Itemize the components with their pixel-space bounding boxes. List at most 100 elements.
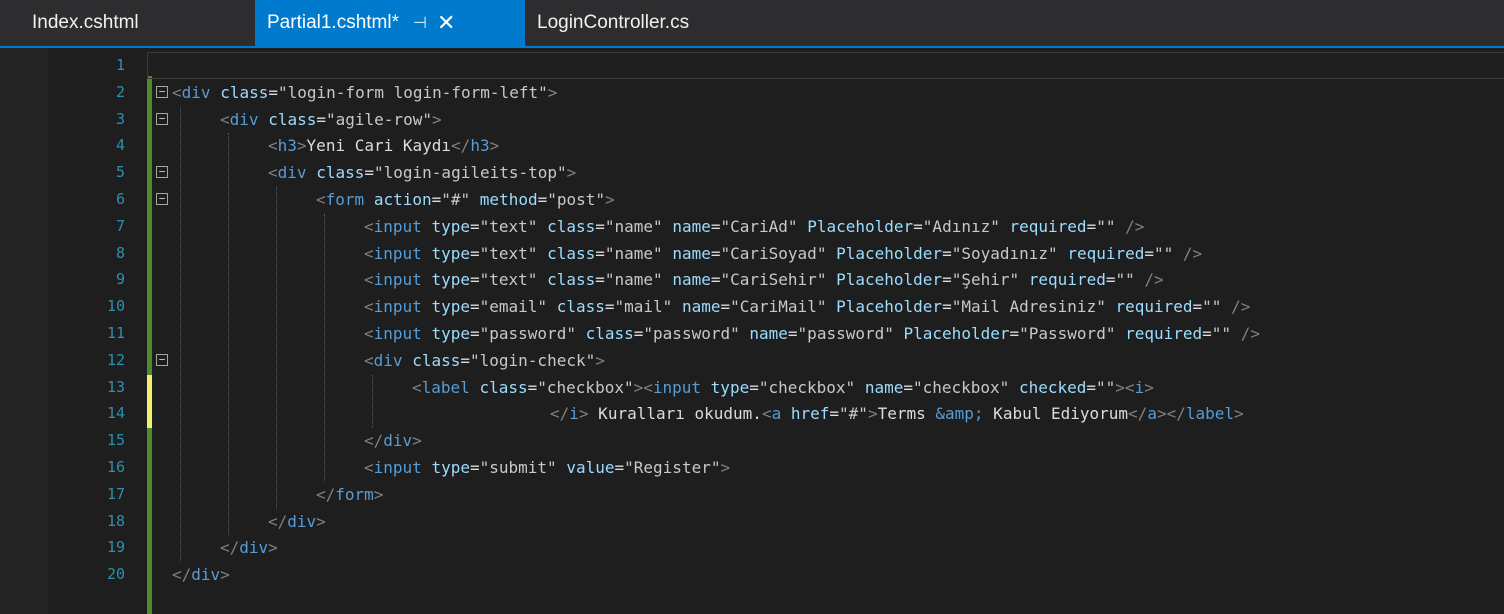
code-line[interactable]: 15 </div> [0,428,1504,453]
code-token: label [1185,404,1235,424]
pin-icon[interactable]: ⊣ [413,13,427,33]
code-token: class [220,82,269,102]
code-text: <h3>Yeni Cari Kaydı</h3> [268,133,499,158]
code-line[interactable]: 9 <input type="text" class="name" name="C… [0,267,1504,292]
code-token: > [595,350,605,370]
line-number: 16 [106,458,125,476]
code-token: >< [1115,377,1135,397]
code-token: name [749,324,788,343]
code-token: = [268,82,278,102]
code-line[interactable]: 10 <input type="email" class="mail" name=… [0,294,1504,319]
code-token: class [268,109,317,129]
tab-partial1-cshtml[interactable]: Partial1.cshtml* ⊣ ✕ [255,0,525,46]
code-line[interactable]: 20 </div> [0,562,1504,587]
code-token: name [672,270,711,290]
code-token: type [710,377,750,397]
code-token: < [364,350,374,370]
code-token: > [316,511,326,531]
code-token: Terms [877,404,936,424]
code-token: = [1086,216,1097,236]
code-line[interactable]: 8 <input type="text" class="name" name="C… [0,241,1504,266]
indent-guide [276,187,277,509]
tab-index-cshtml[interactable]: Index.cshtml [20,0,220,46]
code-line[interactable]: 17 </form> [0,482,1504,507]
code-line[interactable]: 7 <input type="text" class="name" name="C… [0,214,1504,239]
code-line[interactable]: 6− <form action="#" method="post"> [0,187,1504,212]
code-token: "name" [604,243,663,263]
collapse-icon[interactable]: − [156,112,168,125]
code-token: "name" [604,216,663,236]
code-token: > [373,484,384,504]
code-token: input [373,270,422,290]
code-text: <div class="agile-row"> [220,107,442,132]
code-token: form [335,484,374,504]
code-token: label [421,377,470,397]
code-token: "" [1115,270,1135,290]
code-line[interactable]: 12 − <div class="login-check"> [0,348,1504,373]
collapse-icon[interactable]: − [156,193,168,205]
code-token: type [431,324,470,343]
code-line[interactable]: 5 − <div class="login-agileits-top"> [0,160,1504,185]
close-icon[interactable]: ✕ [437,12,455,34]
code-line[interactable]: 14 </i> Kuralları okudum.<a href="#">Term… [0,401,1504,426]
code-token: = [469,324,480,343]
code-token: = [720,297,731,317]
line-number: 7 [115,216,125,235]
code-text: </form> [316,482,383,507]
code-token: "Şehir" [951,270,1020,290]
collapse-icon[interactable]: − [156,353,168,366]
collapse-icon[interactable]: − [156,166,168,179]
code-line[interactable]: 11 <input type="password" class="password… [0,321,1504,346]
code-token: > [412,431,422,451]
code-token: "post" [547,190,606,209]
code-text: <label class="checkbox"><input type="che… [412,375,1154,400]
code-line[interactable]: 18 </div> [0,509,1504,534]
code-token: "text" [479,216,538,236]
code-token: "email" [479,297,548,317]
code-line[interactable]: 19 </div> [0,535,1504,560]
line-number: 5 [115,163,125,182]
code-token: input [373,458,422,477]
code-token: name [681,297,721,317]
code-token: "#" [839,404,868,424]
code-token: "Register" [624,458,721,477]
code-token: </ [268,511,288,531]
code-text: <input type="text" class="name" name="Ca… [364,241,1202,266]
code-token: "name" [604,270,663,290]
tab-logincontroller-cs[interactable]: LoginController.cs [525,0,755,46]
code-token: > [578,404,589,424]
document-tab-bar: Index.cshtml Partial1.cshtml* ⊣ ✕ LoginC… [0,0,1504,48]
code-line[interactable]: 13 <label class="checkbox"><input type="c… [0,375,1504,400]
code-line[interactable]: 2 − <div class="login-form login-form-left… [0,80,1504,105]
code-token: class [556,297,605,317]
code-line[interactable]: 3 − <div class="agile-row"> [0,107,1504,132]
code-token: > [1144,377,1154,397]
code-token: required [1009,216,1087,236]
code-token: "Mail Adresiniz" [951,297,1106,317]
code-editor[interactable]: 1 2− <div class="login-form login-form-lef… [0,48,1504,614]
code-token: = [787,324,798,343]
code-token: "password" [479,324,576,343]
collapse-icon[interactable]: − [156,85,168,98]
code-text: <input type="email" class="mail" name="C… [364,294,1250,319]
code-line[interactable]: 4 <h3>Yeni Cari Kaydı</h3> [0,133,1504,158]
code-text: </div> [220,535,278,560]
code-token: Placeholder [807,216,914,236]
code-token: "" [1211,324,1232,343]
code-line[interactable]: 16 <input type="submit" value="Register"> [0,455,1504,480]
line-number: 13 [106,377,125,396]
tab-label: Partial1.cshtml* [267,12,399,33]
code-token: class [585,324,634,343]
line-number: 11 [106,324,125,342]
code-token: </ [1128,404,1148,424]
line-number: 10 [106,297,125,316]
code-token: < [172,82,182,102]
